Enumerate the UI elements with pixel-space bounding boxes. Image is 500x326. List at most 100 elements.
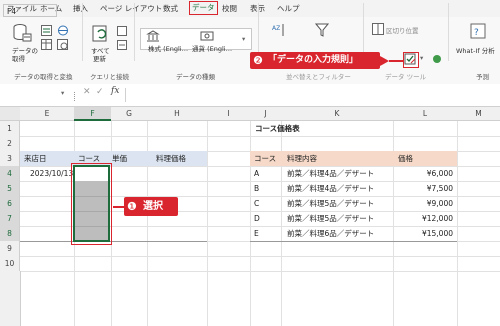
sort-icon[interactable]: AZ — [272, 23, 286, 37]
group-forecast-label: 予測 — [476, 73, 489, 81]
group-data-tools-label: データ ツール — [385, 73, 427, 81]
price-row-content[interactable]: 前菜／料理5品／デザート — [287, 211, 374, 226]
price-table-bottom-border — [250, 241, 457, 242]
text-to-columns-label[interactable]: 区切り位置 — [386, 25, 419, 35]
svg-text:AZ: AZ — [272, 25, 280, 32]
price-row-course[interactable]: C — [254, 196, 259, 211]
row-header-9[interactable]: 9 — [0, 241, 20, 256]
callout-step1-number: ❶ — [127, 200, 137, 213]
col-header-i[interactable]: I — [207, 107, 250, 121]
stocks-label[interactable]: 株式 (Engli… — [148, 43, 188, 53]
text-to-columns-icon[interactable] — [372, 23, 384, 35]
group-get-transform-label: データの取得と変換 — [14, 73, 73, 81]
price-row-course[interactable]: D — [254, 211, 260, 226]
what-if-label[interactable]: What-If 分析 — [456, 45, 495, 55]
from-table-icon[interactable] — [41, 39, 53, 50]
header-dish-price[interactable]: 料理価格 — [156, 151, 186, 166]
price-row-price[interactable]: ¥12,000 — [395, 211, 453, 226]
row-header-10[interactable]: 10 — [0, 256, 20, 271]
select-all-corner[interactable] — [0, 107, 20, 121]
header-visit-date[interactable]: 来店日 — [24, 151, 47, 166]
currency-label[interactable]: 通貨 (Engli… — [192, 43, 232, 53]
ribbon-separator — [448, 3, 449, 61]
svg-text:?: ? — [474, 28, 479, 38]
price-row-content[interactable]: 前菜／料理4品／デザート — [287, 166, 374, 181]
price-row-content[interactable]: 前菜／料理5品／デザート — [287, 196, 374, 211]
col-header-l[interactable]: L — [393, 107, 457, 121]
data-validation-button[interactable] — [403, 52, 419, 68]
selection-highlight-frame — [71, 163, 112, 245]
row-header-4[interactable]: 4 — [0, 166, 20, 181]
recent-sources-icon[interactable] — [57, 39, 69, 50]
get-data-icon[interactable] — [12, 23, 32, 43]
menu-insert[interactable]: 挿入 — [73, 3, 88, 14]
cell-e4-date[interactable]: 2023/10/13 — [30, 166, 74, 181]
price-row-content[interactable]: 前菜／料理4品／デザート — [287, 181, 374, 196]
get-data-label-2: 取得 — [12, 55, 25, 63]
col-header-f[interactable]: F — [74, 107, 111, 121]
menu-formulas[interactable]: 数式 — [163, 3, 178, 14]
price-row-course[interactable]: B — [254, 181, 259, 196]
from-text-icon[interactable] — [41, 25, 53, 36]
price-row-content[interactable]: 前菜／料理6品／デザート — [287, 226, 374, 241]
price-row-price[interactable]: ¥15,000 — [395, 226, 453, 241]
col-header-e[interactable]: E — [20, 107, 74, 121]
price-row-price[interactable]: ¥6,000 — [395, 166, 453, 181]
what-if-icon[interactable]: ? — [470, 23, 486, 39]
col-header-m[interactable]: M — [457, 107, 500, 121]
row-header-3[interactable]: 3 — [0, 151, 20, 166]
enter-icon[interactable]: ✓ — [96, 87, 104, 97]
menu-page-layout[interactable]: ページ レイアウト — [100, 3, 162, 14]
insert-function-icon[interactable]: fx — [111, 86, 119, 96]
cancel-icon[interactable]: ✕ — [83, 87, 91, 97]
formula-bar-grip — [74, 92, 78, 101]
price-header-content[interactable]: 料理内容 — [287, 151, 317, 166]
header-unit-price[interactable]: 単価 — [112, 151, 127, 166]
queries-connections-icon[interactable] — [117, 26, 127, 36]
properties-icon[interactable] — [117, 40, 127, 50]
ribbon-separator — [82, 3, 83, 61]
formula-input[interactable] — [125, 88, 498, 102]
gallery-chevron-icon[interactable]: ▾ — [242, 35, 245, 43]
refresh-all-icon[interactable] — [92, 23, 110, 43]
row-header-6[interactable]: 6 — [0, 196, 20, 211]
callout-step1: ❶ 選択 — [124, 197, 178, 216]
row-header-5[interactable]: 5 — [0, 181, 20, 196]
name-box[interactable]: F4 — [3, 4, 57, 17]
row-header-1[interactable]: 1 — [0, 121, 20, 136]
gridline — [20, 256, 500, 257]
price-row-course[interactable]: E — [254, 226, 259, 241]
name-box-dropdown-icon[interactable]: ▾ — [61, 89, 64, 97]
col-header-j[interactable]: J — [250, 107, 281, 121]
group-queries-label: クエリと接続 — [90, 73, 129, 81]
price-header-price[interactable]: 価格 — [398, 151, 413, 166]
stocks-icon[interactable] — [146, 30, 160, 42]
menu-data[interactable]: データ — [189, 1, 218, 15]
menu-review[interactable]: 校閲 — [222, 3, 237, 14]
price-table-header-band — [250, 151, 457, 166]
from-web-icon[interactable] — [57, 25, 69, 36]
price-row-price[interactable]: ¥9,000 — [395, 196, 453, 211]
col-header-g[interactable]: G — [111, 107, 147, 121]
price-table-title[interactable]: コース価格表 — [255, 121, 300, 136]
data-model-icon[interactable] — [432, 54, 442, 64]
price-row-price[interactable]: ¥7,500 — [395, 181, 453, 196]
row-header-rest — [0, 271, 21, 326]
filter-icon[interactable] — [314, 23, 330, 37]
price-row-course[interactable]: A — [254, 166, 259, 181]
row-header-8[interactable]: 8 — [0, 226, 20, 241]
gridline — [20, 271, 500, 272]
ribbon-separator — [134, 3, 135, 61]
group-sort-filter-label: 並べ替えとフィルター — [286, 73, 351, 81]
currency-icon[interactable] — [200, 30, 214, 42]
callout-step1-text: 選択 — [143, 201, 163, 212]
data-validation-dropdown-icon[interactable]: ▾ — [420, 54, 423, 62]
price-header-course[interactable]: コース — [254, 151, 276, 166]
group-data-types-label: データの種類 — [176, 73, 215, 81]
left-table-bottom-border — [20, 241, 207, 242]
col-header-k[interactable]: K — [281, 107, 393, 121]
row-header-7[interactable]: 7 — [0, 211, 20, 226]
col-header-h[interactable]: H — [147, 107, 207, 121]
menu-help[interactable]: ヘルプ — [277, 3, 300, 14]
row-header-2[interactable]: 2 — [0, 136, 20, 151]
